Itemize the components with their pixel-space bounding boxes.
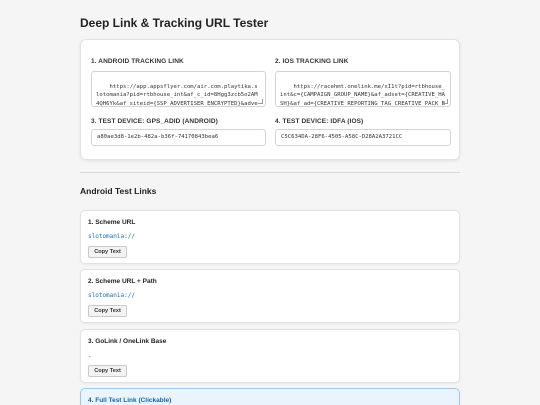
link-title: 2. Scheme URL + Path (88, 278, 157, 285)
link-url[interactable]: slotomania:// (88, 233, 135, 240)
android-tracking-label: 1. ANDROID TRACKING LINK (91, 58, 184, 65)
gps-adid-label: 3. TEST DEVICE: GPS_ADID (ANDROID) (91, 118, 218, 125)
idfa-label: 4. TEST DEVICE: IDFA (IOS) (275, 118, 364, 125)
config-card: 1. ANDROID TRACKING LINK https://app.app… (80, 39, 460, 160)
link-title: 1. Scheme URL (88, 219, 136, 226)
link-title: 3. GoLink / OneLink Base (88, 338, 167, 345)
link-url[interactable]: . (88, 352, 92, 359)
gps-adid-input[interactable]: a80ae3d8-1e2b-482a-b36f-74170843bea6 (91, 129, 266, 146)
link-card-full-test-link[interactable]: 4. Full Test Link (Clickable) (80, 388, 460, 405)
android-section-title: Android Test Links (80, 186, 157, 196)
ios-tracking-textarea[interactable]: https://racehmt.onelink.me/xI1t?pid=rtbh… (275, 71, 451, 107)
android-tracking-value: https://app.appsflyer.com/air.com.playti… (96, 84, 258, 107)
link-url[interactable]: slotomania:// (88, 292, 135, 299)
page-title: Deep Link & Tracking URL Tester (80, 16, 269, 30)
resize-grip-icon[interactable] (443, 99, 448, 104)
copy-text-button[interactable]: Copy Text (88, 305, 127, 317)
link-card-scheme-url-path: 2. Scheme URL + Path slotomania:// Copy … (80, 269, 460, 323)
resize-grip-icon[interactable] (258, 99, 263, 104)
idfa-input[interactable]: C5C634DA-28F6-4505-A58C-D28A2A3721CC (275, 129, 451, 146)
section-divider (80, 172, 460, 173)
ios-tracking-value: https://racehmt.onelink.me/xI1t?pid=rtbh… (280, 84, 446, 107)
link-card-scheme-url: 1. Scheme URL slotomania:// Copy Text (80, 210, 460, 264)
ios-tracking-label: 2. IOS TRACKING LINK (275, 58, 349, 65)
android-tracking-textarea[interactable]: https://app.appsflyer.com/air.com.playti… (91, 71, 266, 107)
copy-text-button[interactable]: Copy Text (88, 246, 127, 258)
copy-text-button[interactable]: Copy Text (88, 365, 127, 377)
link-title[interactable]: 4. Full Test Link (Clickable) (88, 397, 171, 404)
link-card-golink-onelink: 3. GoLink / OneLink Base . Copy Text (80, 329, 460, 383)
